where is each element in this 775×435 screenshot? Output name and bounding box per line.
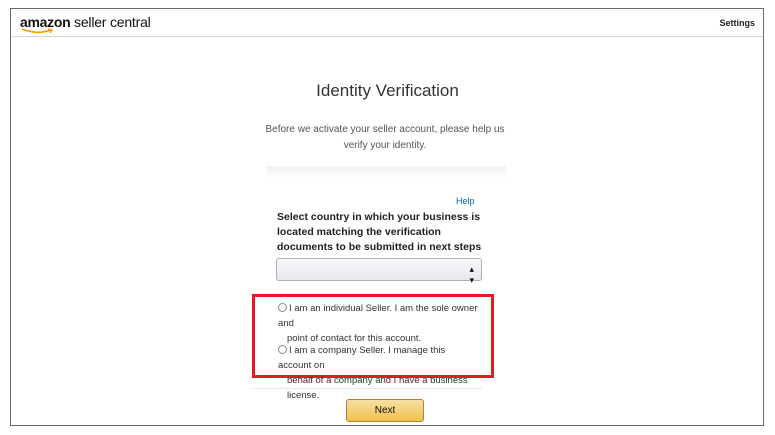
- form-divider: [252, 388, 482, 389]
- intro-text: Before we activate your seller account, …: [265, 124, 505, 151]
- country-select[interactable]: ▴ ▾: [276, 258, 482, 285]
- page-title: Identity Verification: [316, 81, 459, 100]
- individual-seller-label-line1: I am an individual Seller. I am the sole…: [278, 303, 478, 329]
- company-seller-radio[interactable]: [278, 345, 287, 354]
- up-down-caret-icon: ▴ ▾: [469, 264, 474, 285]
- amazon-seller-central-logo[interactable]: amazon seller central: [20, 15, 151, 29]
- section-shadow-divider: [266, 166, 506, 178]
- next-button[interactable]: Next: [346, 399, 424, 422]
- settings-link[interactable]: Settings: [719, 18, 755, 28]
- company-seller-option[interactable]: I am a company Seller. I manage this acc…: [278, 343, 478, 403]
- individual-seller-option[interactable]: I am an individual Seller. I am the sole…: [278, 301, 478, 346]
- country-select-label: Select country in which your business is…: [277, 211, 482, 253]
- logo-product-name: seller central: [70, 14, 151, 30]
- amazon-smile-icon: [21, 28, 53, 34]
- top-header: amazon seller central Settings: [11, 9, 763, 37]
- individual-seller-radio[interactable]: [278, 303, 287, 312]
- company-seller-label-line1: I am a company Seller. I manage this acc…: [278, 345, 446, 371]
- help-link[interactable]: Help: [456, 196, 475, 206]
